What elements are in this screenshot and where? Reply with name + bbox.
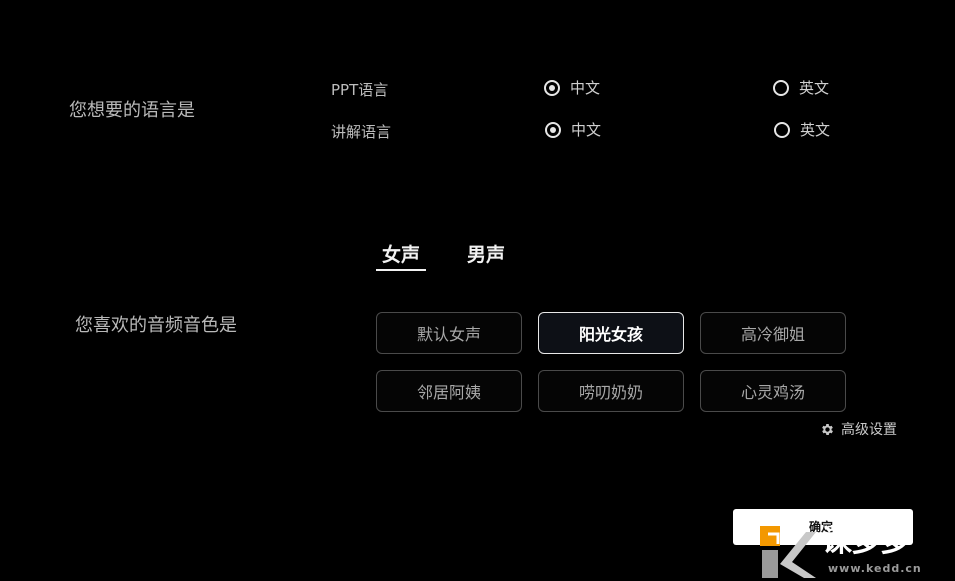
tab-female-voice[interactable]: 女声: [382, 240, 420, 267]
voice-option-chicken-soup[interactable]: 心灵鸡汤: [700, 370, 846, 412]
radio-unchecked-icon: [774, 121, 790, 138]
voice-option-chatty-grandma[interactable]: 唠叨奶奶: [538, 370, 684, 412]
voice-option-neighbor-auntie[interactable]: 邻居阿姨: [376, 370, 522, 412]
ppt-language-english-radio[interactable]: 英文: [773, 77, 829, 98]
active-tab-underline: [376, 269, 426, 271]
ppt-language-label: PPT语言: [331, 81, 389, 99]
radio-label: 中文: [571, 121, 602, 139]
narration-language-chinese-radio[interactable]: 中文: [545, 119, 601, 140]
watermark-url: www.kedd.cn: [828, 562, 922, 575]
narration-language-english-radio[interactable]: 英文: [774, 119, 830, 140]
ppt-language-chinese-radio[interactable]: 中文: [544, 77, 600, 98]
radio-checked-icon: [544, 79, 560, 96]
gear-icon: [822, 423, 833, 435]
watermark-brand: 课多多: [822, 524, 910, 559]
language-section-title: 您想要的语言是: [69, 100, 195, 121]
voice-option-sunshine-girl[interactable]: 阳光女孩: [538, 312, 684, 354]
radio-unchecked-icon: [773, 79, 789, 96]
kedd-logo-icon: [760, 526, 816, 578]
radio-label: 英文: [799, 79, 830, 97]
voice-option-default-female[interactable]: 默认女声: [376, 312, 522, 354]
kedd-watermark: 课多多 www.kedd.cn: [760, 518, 955, 581]
advanced-settings-label: 高级设置: [841, 422, 897, 438]
radio-label: 英文: [800, 121, 831, 139]
radio-checked-icon: [545, 121, 561, 138]
tab-male-voice[interactable]: 男声: [467, 240, 505, 267]
voice-option-cool-lady[interactable]: 高冷御姐: [700, 312, 846, 354]
advanced-settings-link[interactable]: 高级设置: [820, 419, 897, 439]
voice-section-title: 您喜欢的音频音色是: [75, 315, 237, 336]
radio-label: 中文: [570, 79, 601, 97]
narration-language-label: 讲解语言: [331, 123, 392, 141]
